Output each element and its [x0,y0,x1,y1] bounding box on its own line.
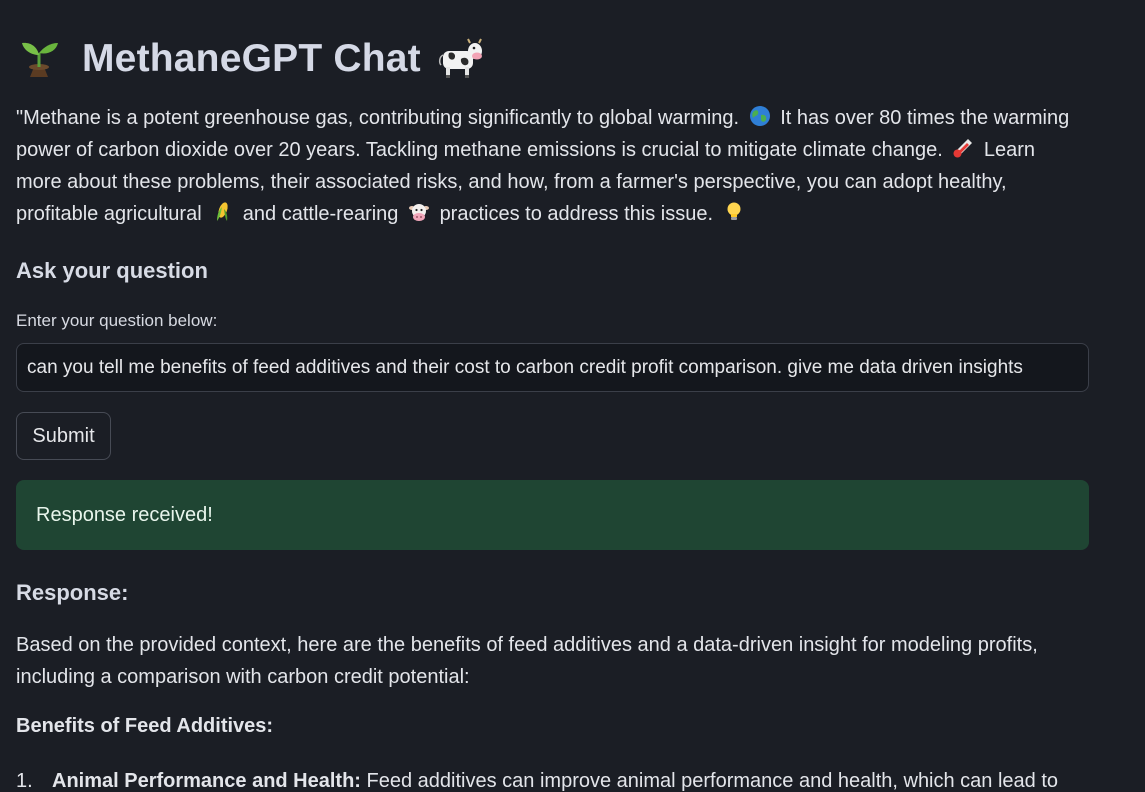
list-item-text: Feed additives can improve animal perfor… [366,770,1059,792]
question-label: Enter your question below: [16,311,218,330]
response-heading: Response: [16,580,129,605]
benefits-heading: Benefits of Feed Additives: [16,715,274,737]
thermometer-icon [952,137,974,159]
question-input[interactable] [16,343,1089,392]
response-intro: Based on the provided context, here are … [16,634,1038,688]
intro-text-1: "Methane is a potent greenhouse gas, con… [16,107,740,129]
list-item: 1. Animal Performance and Health: Feed ad… [16,767,1116,792]
ask-heading: Ask your question [16,258,208,283]
page-header: MethaneGPT Chat [18,34,483,84]
cow-face-icon [408,201,430,223]
page-title: MethaneGPT Chat [82,37,421,80]
success-alert: Response received! [16,480,1089,550]
corn-icon [211,201,233,223]
lightbulb-icon [723,201,745,223]
submit-button[interactable]: Submit [16,412,111,460]
list-item-term: Animal Performance and Health: [52,770,361,792]
cow-icon [437,37,483,81]
intro-text-5: practices to address this issue. [439,203,714,225]
list-item-number: 1. [16,770,33,792]
intro-text-4: and cattle-rearing [242,203,399,225]
seedling-icon [18,37,60,81]
success-message: Response received! [36,503,213,526]
intro-paragraph: "Methane is a potent greenhouse gas, con… [16,102,1086,230]
page: MethaneGPT Chat "Methane is a potent gre… [0,0,1145,792]
globe-icon [749,105,771,127]
